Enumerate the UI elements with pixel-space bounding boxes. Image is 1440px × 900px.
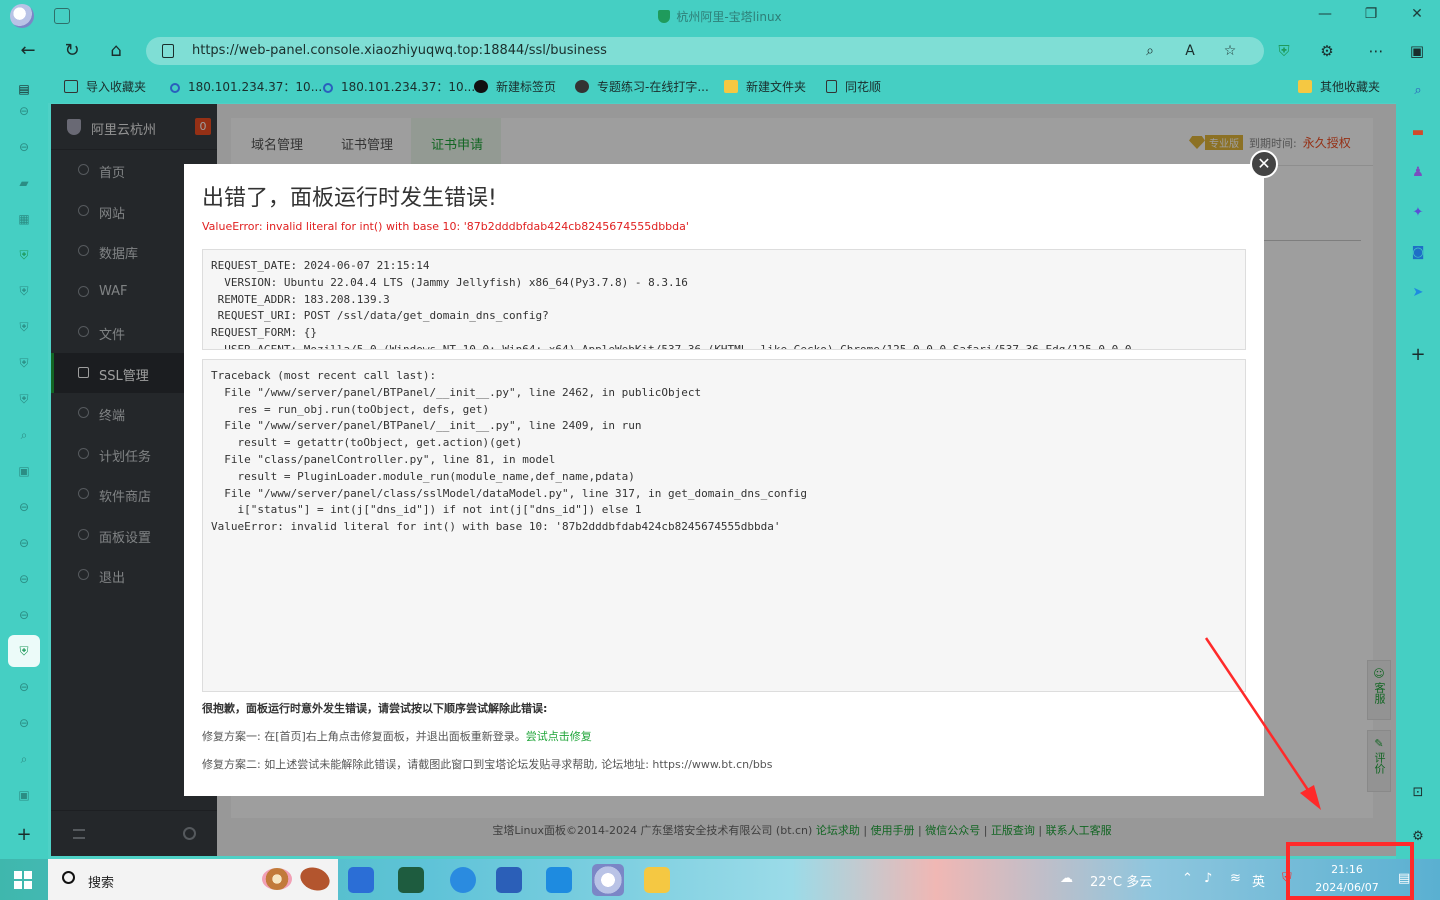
wifi-icon[interactable]: ≋ — [1230, 871, 1241, 886]
arrow-head — [1300, 785, 1321, 810]
taskbar-search[interactable]: 搜索 — [48, 859, 338, 900]
sausage-icon — [297, 863, 333, 895]
active-browser-app-icon[interactable] — [592, 864, 624, 896]
annotation-highlight-box — [1286, 842, 1414, 900]
arrow-line — [1204, 637, 1314, 797]
windows-taskbar: 搜索 ☁ 22°C 多云 ⌃ ♪ ≋ 英 ⛨ 21:16 2024/06/07 … — [0, 859, 1440, 900]
explorer-app-icon[interactable] — [644, 867, 670, 893]
taskbar-search-label: 搜索 — [88, 876, 115, 891]
azure-app-icon[interactable] — [546, 867, 572, 893]
weather-text[interactable]: 22°C 多云 — [1090, 871, 1152, 890]
tray-chevron-icon[interactable]: ⌃ — [1182, 871, 1193, 886]
word-app-icon[interactable] — [496, 867, 522, 893]
terminal-app-icon[interactable] — [398, 867, 424, 893]
edge-app-icon[interactable] — [348, 867, 374, 893]
search-icon — [62, 871, 75, 884]
volume-icon[interactable]: ♪ — [1204, 871, 1212, 886]
start-button[interactable] — [14, 871, 32, 889]
annotation-arrow — [1204, 637, 1321, 810]
ie-app-icon[interactable] — [450, 867, 476, 893]
ime-indicator[interactable]: 英 — [1252, 871, 1265, 890]
weather-cloud-icon[interactable]: ☁ — [1060, 871, 1073, 886]
donut-icon — [262, 868, 292, 890]
